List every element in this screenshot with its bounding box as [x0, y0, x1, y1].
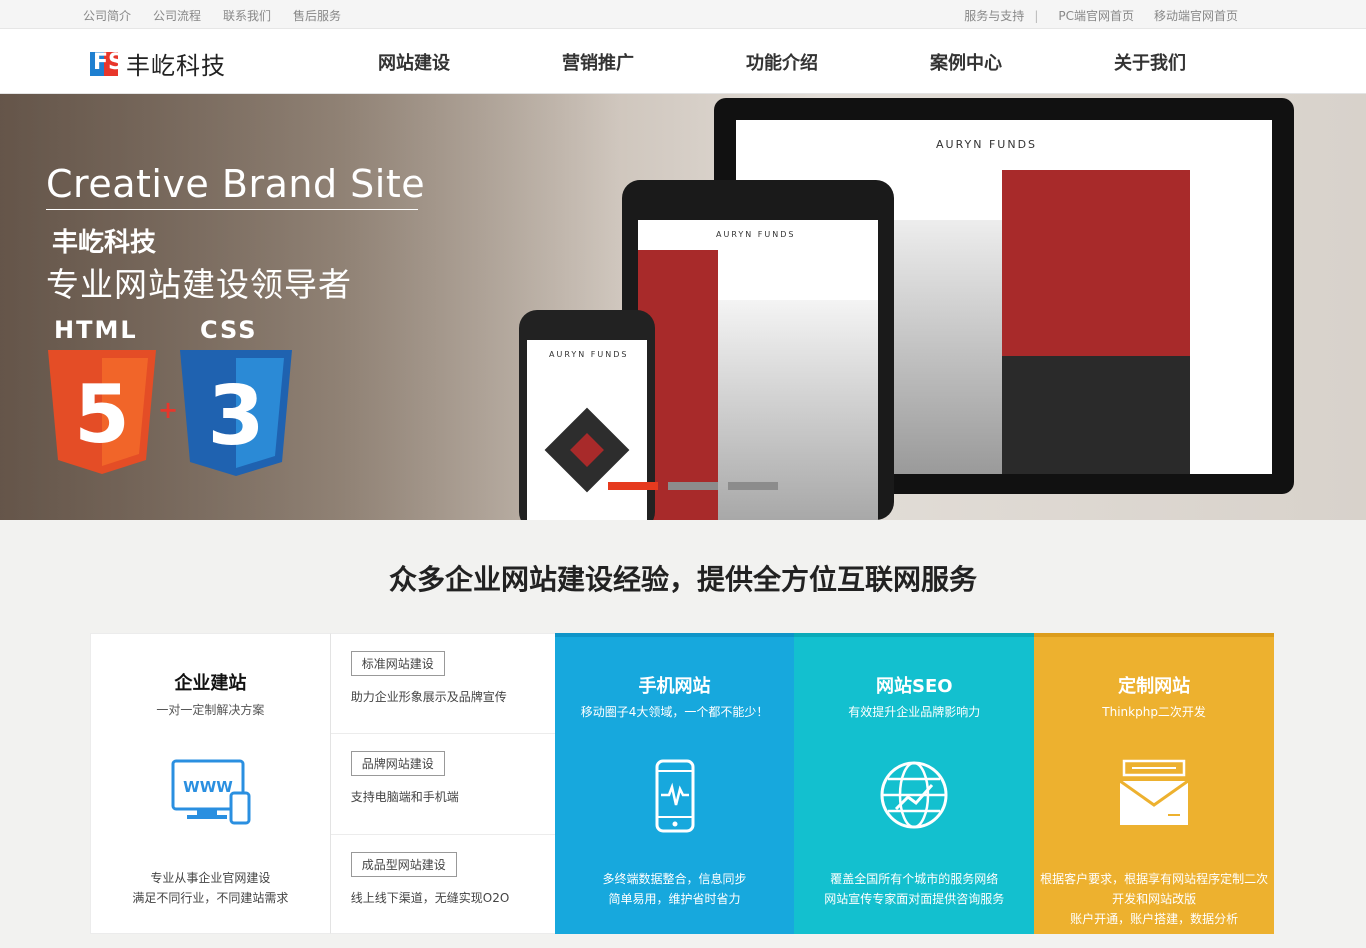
service-text: 支持电脑端和手机端	[350, 790, 459, 805]
top-link-support[interactable]: 服务与支持	[964, 7, 1024, 24]
card-enterprise-desc-2: 满足不同行业，不同建站需求	[132, 891, 289, 905]
card-custom[interactable]: 定制网站 Thinkphp二次开发 根据客户要求，根据享有网站程序定制二次 开发…	[1034, 633, 1274, 934]
top-link-aftersales[interactable]: 售后服务	[293, 7, 341, 24]
service-item-standard[interactable]: 标准网站建设 助力企业形象展示及品牌宣传	[330, 634, 555, 735]
html-label: HTML	[54, 316, 138, 344]
banner-divider	[46, 209, 418, 210]
slide-dot-1[interactable]	[608, 482, 658, 490]
service-tag[interactable]: 成品型网站建设	[350, 851, 457, 877]
envelope-icon	[1119, 759, 1190, 825]
card-seo-desc-1: 覆盖全国所有个城市的服务网络	[830, 872, 999, 886]
svg-text:WWW: WWW	[183, 778, 233, 796]
card-seo[interactable]: 网站SEO 有效提升企业品牌影响力 覆盖全国所有个城市的服务网络 网站宣传专家面…	[794, 633, 1035, 934]
logo-text: 丰屹科技	[126, 52, 226, 80]
card-custom-desc-3: 账户开通，账户搭建，数据分析	[1070, 912, 1239, 926]
service-text: 线上线下渠道，无缝实现O2O	[350, 890, 510, 905]
site-logo[interactable]: FS 丰屹科技	[90, 46, 226, 81]
banner-brand: 丰屹科技	[52, 228, 157, 258]
nav-menu: 网站建设 营销推广 功能介绍 案例中心 关于我们	[378, 49, 1298, 75]
css3-shield-icon: 3	[180, 350, 292, 476]
svg-text:3: 3	[207, 369, 264, 464]
css-label: CSS	[200, 316, 258, 344]
section-title: 众多企业网站建设经验，提供全方位互联网服务	[388, 563, 977, 596]
slide-dot-3[interactable]	[728, 482, 778, 490]
html5-shield-icon: 5	[48, 350, 156, 474]
top-links: 公司简介 公司流程 联系我们 售后服务	[83, 7, 341, 24]
top-link-about[interactable]: 公司简介	[83, 7, 131, 24]
service-item-ready[interactable]: 成品型网站建设 线上线下渠道，无缝实现O2O	[331, 835, 555, 935]
card-enterprise-title: 企业建站	[174, 673, 247, 694]
globe-icon	[880, 761, 948, 829]
svg-text:5: 5	[74, 368, 130, 461]
nav-item-about[interactable]: 关于我们	[1114, 49, 1298, 75]
top-link-contact[interactable]: 联系我们	[223, 7, 271, 24]
main-nav: FS 丰屹科技 网站建设 营销推广 功能介绍 案例中心 关于我们	[0, 29, 1366, 94]
tablet-mockup: AURYN FUNDS	[622, 180, 894, 520]
service-tag[interactable]: 标准网站建设	[350, 651, 445, 676]
card-mobile-title: 手机网站	[638, 676, 711, 697]
card-enterprise-subtitle: 一对一定制解决方案	[156, 703, 265, 717]
top-right-links: 服务与支持 | PC端官网首页 移动端官网首页	[964, 7, 1238, 24]
nav-item-features[interactable]: 功能介绍	[746, 49, 930, 75]
card-mobile[interactable]: 手机网站 移动圈子4大领域，一个都不能少！ 多终端数据整合，信息同步 简单易用，…	[554, 633, 795, 934]
card-seo-title: 网站SEO	[876, 676, 953, 697]
card-custom-title: 定制网站	[1118, 676, 1191, 697]
top-link-pc-home[interactable]: PC端官网首页	[1058, 7, 1134, 24]
nav-item-website[interactable]: 网站建设	[378, 49, 562, 75]
card-seo-desc-2: 网站宣传专家面对面提供咨询服务	[824, 892, 1005, 906]
www-device-icon: WWW	[171, 759, 251, 825]
banner-title: Creative Brand Site	[46, 162, 426, 206]
top-link-process[interactable]: 公司流程	[153, 7, 201, 24]
nav-item-cases[interactable]: 案例中心	[930, 49, 1114, 75]
slide-dot-2[interactable]	[668, 482, 718, 490]
separator: |	[1034, 8, 1039, 23]
card-custom-desc-1: 根据客户要求，根据享有网站程序定制二次	[1040, 872, 1269, 886]
service-tag[interactable]: 品牌网站建设	[350, 751, 445, 777]
card-mobile-desc-1: 多终端数据整合，信息同步	[602, 872, 747, 886]
card-enterprise-desc-1: 专业从事企业官网建设	[150, 871, 271, 885]
hero-banner[interactable]: Creative Brand Site 丰屹科技 专业网站建设领导者 HTML …	[0, 94, 1366, 520]
card-custom-desc-2: 开发和网站改版	[1112, 892, 1197, 906]
top-link-mobile-home[interactable]: 移动端官网首页	[1154, 7, 1238, 24]
service-cards: 企业建站 一对一定制解决方案 WWW 专业从事企业官网建设 满足不同行业，不同建…	[90, 633, 1274, 934]
card-enterprise[interactable]: 企业建站 一对一定制解决方案 WWW 专业从事企业官网建设 满足不同行业，不同建…	[90, 633, 330, 934]
card-mobile-desc-2: 简单易用，维护省时省力	[608, 892, 741, 906]
nav-item-marketing[interactable]: 营销推广	[562, 49, 746, 75]
logo-mark-icon: FS	[90, 50, 124, 78]
card-seo-subtitle: 有效提升企业品牌影响力	[848, 705, 981, 719]
banner-subtitle: 专业网站建设领导者	[46, 265, 352, 304]
card-mobile-subtitle: 移动圈子4大领域，一个都不能少！	[580, 705, 769, 719]
top-bar: 公司简介 公司流程 联系我们 售后服务 服务与支持 | PC端官网首页 移动端官…	[0, 0, 1366, 29]
service-list: 标准网站建设 助力企业形象展示及品牌宣传 品牌网站建设 支持电脑端和手机端 成品…	[329, 633, 555, 935]
card-custom-subtitle: Thinkphp二次开发	[1102, 705, 1206, 719]
service-text: 助力企业形象展示及品牌宣传	[350, 690, 507, 704]
slide-indicators	[608, 482, 778, 490]
plus-sign: +	[158, 396, 179, 424]
phone-pulse-icon	[655, 759, 695, 833]
service-item-brand[interactable]: 品牌网站建设 支持电脑端和手机端	[330, 734, 555, 835]
